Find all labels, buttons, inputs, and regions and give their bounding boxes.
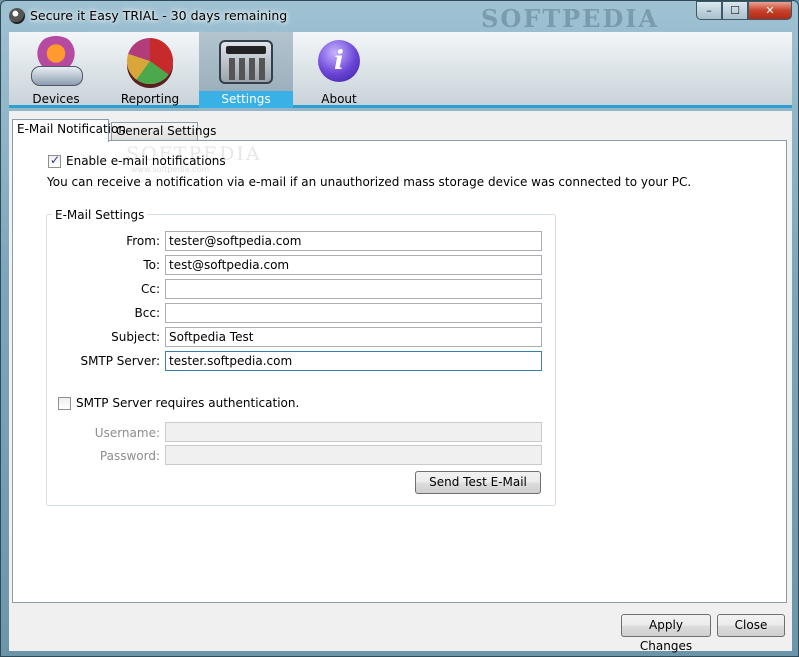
username-field[interactable] [165, 422, 542, 442]
group-title: E-Mail Settings [52, 208, 148, 222]
reporting-icon [127, 38, 173, 84]
settings-panel: E-Mail Notification General Settings SOF… [9, 111, 792, 653]
close-window-button[interactable]: ✕ [748, 1, 792, 20]
close-icon: ✕ [765, 4, 775, 17]
maximize-button[interactable]: ☐ [722, 1, 748, 20]
devices-icon [31, 36, 83, 86]
apply-changes-button[interactable]: Apply Changes [621, 614, 711, 653]
window-controls: – ☐ ✕ [696, 1, 792, 20]
smtp-auth-label[interactable]: SMTP Server requires authentication. [76, 396, 299, 410]
cc-label: Cc: [140, 282, 160, 296]
watermark: SOFTPEDIA [481, 4, 660, 33]
settings-icon [219, 40, 273, 84]
smtp-server-field[interactable]: tester.softpedia.com [165, 351, 542, 371]
toolbar-about-label: About [321, 92, 357, 106]
minimize-icon: – [706, 4, 712, 17]
enable-email-checkbox[interactable] [48, 153, 61, 168]
to-field[interactable]: test@softpedia.com [165, 255, 542, 275]
to-label: To: [143, 258, 160, 272]
from-field[interactable]: tester@softpedia.com [165, 231, 542, 251]
bcc-label: Bcc: [134, 306, 160, 320]
cc-field[interactable] [165, 279, 542, 299]
from-label: From: [126, 234, 160, 248]
tab-email-notification[interactable]: E-Mail Notification [12, 119, 126, 142]
minimize-button[interactable]: – [696, 1, 722, 20]
toolbar-reporting[interactable]: Reporting [103, 32, 197, 108]
smtp-server-label: SMTP Server: [80, 354, 160, 368]
send-test-email-button[interactable]: Send Test E-Mail [415, 471, 541, 494]
smtp-auth-checkbox[interactable] [58, 397, 71, 410]
close-button[interactable]: Close [717, 614, 785, 637]
password-field[interactable] [165, 445, 542, 465]
window-title: Secure it Easy TRIAL - 30 days remaining [30, 8, 288, 23]
title-bar: Secure it Easy TRIAL - 30 days remaining… [1, 1, 798, 33]
subject-field[interactable]: Softpedia Test [165, 327, 542, 347]
email-settings-group: E-Mail Settings From: tester@softpedia.c… [46, 208, 556, 506]
maximize-icon: ☐ [730, 4, 740, 17]
enable-email-label[interactable]: Enable e-mail notifications [66, 154, 226, 168]
app-logo-icon [9, 8, 25, 24]
password-label: Password: [99, 449, 160, 463]
app-window: Secure it Easy TRIAL - 30 days remaining… [0, 0, 799, 657]
about-icon: i [318, 40, 360, 82]
subject-label: Subject: [111, 330, 160, 344]
toolbar-devices-label: Devices [32, 92, 80, 106]
toolbar-settings[interactable]: Settings [199, 32, 293, 108]
toolbar-about[interactable]: i About [292, 32, 386, 108]
bcc-field[interactable] [165, 303, 542, 323]
toolbar-reporting-label: Reporting [120, 92, 180, 106]
main-toolbar: Devices Reporting Settings i About [9, 32, 792, 108]
toolbar-devices[interactable]: Devices [9, 32, 103, 108]
email-description: You can receive a notification via e-mai… [47, 175, 692, 189]
email-notification-page: SOFTPEDIA www.softpedia.com Enable e-mai… [12, 140, 787, 603]
toolbar-settings-label: Settings [199, 91, 293, 108]
username-label: Username: [94, 426, 160, 440]
